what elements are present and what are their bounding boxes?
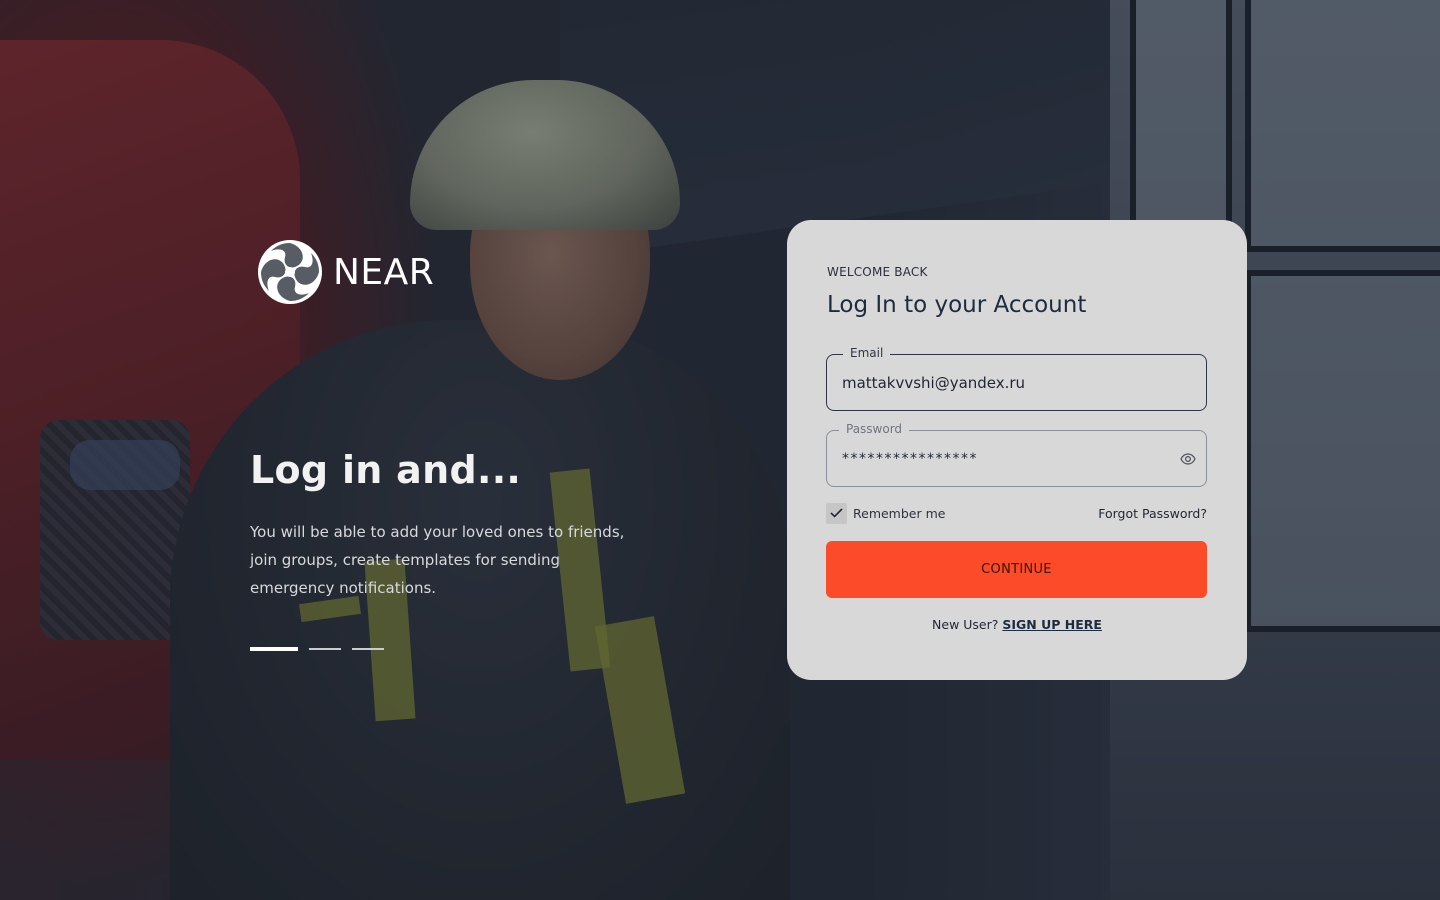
remember-me-label: Remember me bbox=[853, 505, 946, 521]
login-card: WELCOME BACK Log In to your Account Emai… bbox=[787, 220, 1247, 680]
signup-link[interactable]: SIGN UP HERE bbox=[1002, 617, 1102, 632]
password-input[interactable] bbox=[842, 431, 1162, 486]
hero-description: You will be able to add your loved ones … bbox=[250, 523, 625, 597]
email-field[interactable]: Email bbox=[826, 345, 1207, 411]
continue-button[interactable]: CONTINUE bbox=[826, 541, 1207, 598]
forgot-password-link[interactable]: Forgot Password? bbox=[1098, 506, 1207, 521]
brand: NEAR bbox=[257, 239, 434, 305]
carousel-dot-3[interactable] bbox=[352, 648, 384, 650]
login-options-row: Remember me Forgot Password? bbox=[826, 502, 1207, 524]
password-field[interactable]: Password bbox=[826, 421, 1207, 487]
signup-prompt: New User? bbox=[932, 617, 999, 632]
signup-row: New User? SIGN UP HERE bbox=[787, 617, 1247, 632]
carousel-dot-1[interactable] bbox=[250, 647, 298, 651]
near-logo-icon bbox=[258, 240, 322, 304]
carousel-dot-2[interactable] bbox=[309, 648, 341, 650]
checkmark-icon[interactable] bbox=[826, 502, 847, 524]
login-title: Log In to your Account bbox=[827, 292, 1087, 318]
email-input[interactable] bbox=[842, 355, 1162, 410]
brand-name: NEAR bbox=[333, 251, 435, 293]
remember-me-checkbox[interactable]: Remember me bbox=[826, 502, 946, 524]
hero-title: Log in and... bbox=[250, 448, 522, 492]
eye-icon[interactable] bbox=[1178, 450, 1198, 468]
welcome-back-label: WELCOME BACK bbox=[827, 265, 928, 279]
carousel-indicators bbox=[250, 647, 384, 651]
